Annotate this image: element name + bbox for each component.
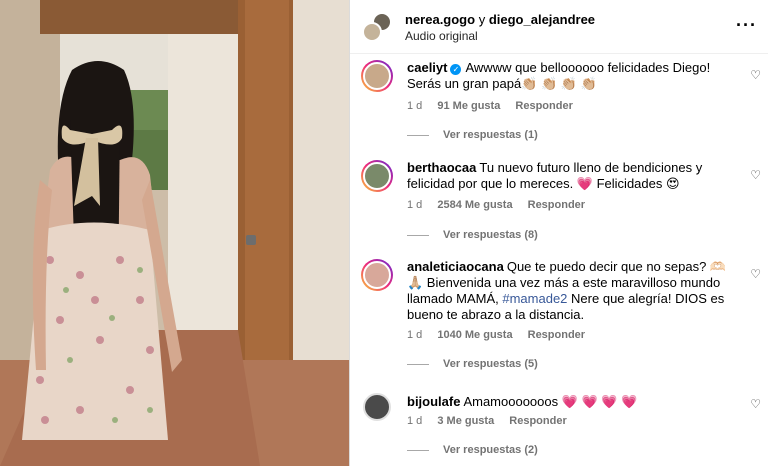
reply-button[interactable]: Responder	[528, 329, 585, 341]
comment-username[interactable]: berthaocaa	[407, 160, 476, 175]
like-heart-icon[interactable]: ♡	[750, 397, 761, 411]
comment-meta: 1 d 1040 Me gusta Responder	[407, 329, 597, 341]
comment-likes[interactable]: 3 Me gusta	[437, 415, 494, 427]
comment-meta: 1 d 3 Me gusta Responder	[407, 415, 579, 427]
comment-age: 1 d	[407, 199, 423, 211]
view-replies-button[interactable]: Ver respuestas (1)	[407, 129, 538, 141]
avatar[interactable]	[361, 160, 393, 192]
post-image	[0, 0, 349, 466]
author-connector: y	[478, 12, 486, 27]
comment-age: 1 d	[407, 329, 423, 341]
post-header: nerea.gogo y diego_alejandree Audio orig…	[350, 0, 768, 54]
reply-button[interactable]: Responder	[528, 199, 585, 211]
replies-divider	[407, 363, 429, 365]
comment-age: 1 d	[407, 100, 423, 112]
comment-username[interactable]: bijoulafe	[407, 394, 460, 409]
comment-age: 1 d	[407, 415, 423, 427]
comment-meta: 1 d 91 Me gusta Responder	[407, 100, 585, 112]
like-heart-icon[interactable]: ♡	[750, 168, 761, 182]
view-replies-button[interactable]: Ver respuestas (8)	[407, 229, 538, 241]
view-replies-button[interactable]: Ver respuestas (2)	[407, 444, 538, 456]
like-heart-icon[interactable]: ♡	[750, 68, 761, 82]
replies-divider	[407, 234, 429, 236]
audio-link[interactable]: Audio original	[405, 29, 478, 43]
comments-panel: nerea.gogo y diego_alejandree Audio orig…	[349, 0, 768, 466]
view-replies-label[interactable]: Ver respuestas (8)	[443, 229, 538, 241]
more-options-icon[interactable]: ···	[736, 16, 757, 34]
author-link-primary[interactable]: nerea.gogo	[405, 12, 475, 27]
view-replies-label[interactable]: Ver respuestas (5)	[443, 358, 538, 370]
comment-username[interactable]: analeticiaocana	[407, 259, 504, 274]
author-avatars[interactable]	[362, 12, 394, 42]
comment-likes[interactable]: 2584 Me gusta	[437, 199, 512, 211]
comment-likes[interactable]: 1040 Me gusta	[437, 329, 512, 341]
post-authors: nerea.gogo y diego_alejandree	[405, 12, 595, 27]
post-photo	[0, 0, 349, 466]
avatar[interactable]	[361, 60, 393, 92]
like-heart-icon[interactable]: ♡	[750, 267, 761, 281]
author-link-secondary[interactable]: diego_alejandree	[489, 12, 595, 27]
view-replies-label[interactable]: Ver respuestas (1)	[443, 129, 538, 141]
comment-text: berthaocaa Tu nuevo futuro lleno de bendi…	[407, 160, 737, 192]
comment-text: analeticiaocana Que te puedo decir que no…	[407, 259, 737, 323]
hashtag-link[interactable]: #mamade2	[502, 291, 567, 306]
comment-body: Amamooooooos 💗 💗 💗 💗	[463, 394, 638, 409]
comment-username[interactable]: caeliyt	[407, 60, 447, 75]
verified-badge-icon: ✓	[450, 64, 462, 75]
comment-likes[interactable]: 91 Me gusta	[437, 100, 500, 112]
comment-meta: 1 d 2584 Me gusta Responder	[407, 199, 597, 211]
replies-divider	[407, 134, 429, 136]
view-replies-label[interactable]: Ver respuestas (2)	[443, 444, 538, 456]
view-replies-button[interactable]: Ver respuestas (5)	[407, 358, 538, 370]
reply-button[interactable]: Responder	[515, 100, 572, 112]
replies-divider	[407, 449, 429, 451]
reply-button[interactable]: Responder	[509, 415, 566, 427]
comment-text: caeliyt ✓ Awwww que belloooooo felicidades…	[407, 60, 737, 92]
comment-text: bijoulafe Amamooooooos 💗 💗 💗 💗	[407, 394, 737, 410]
avatar[interactable]	[361, 391, 393, 423]
avatar[interactable]	[362, 22, 382, 42]
avatar[interactable]	[361, 259, 393, 291]
